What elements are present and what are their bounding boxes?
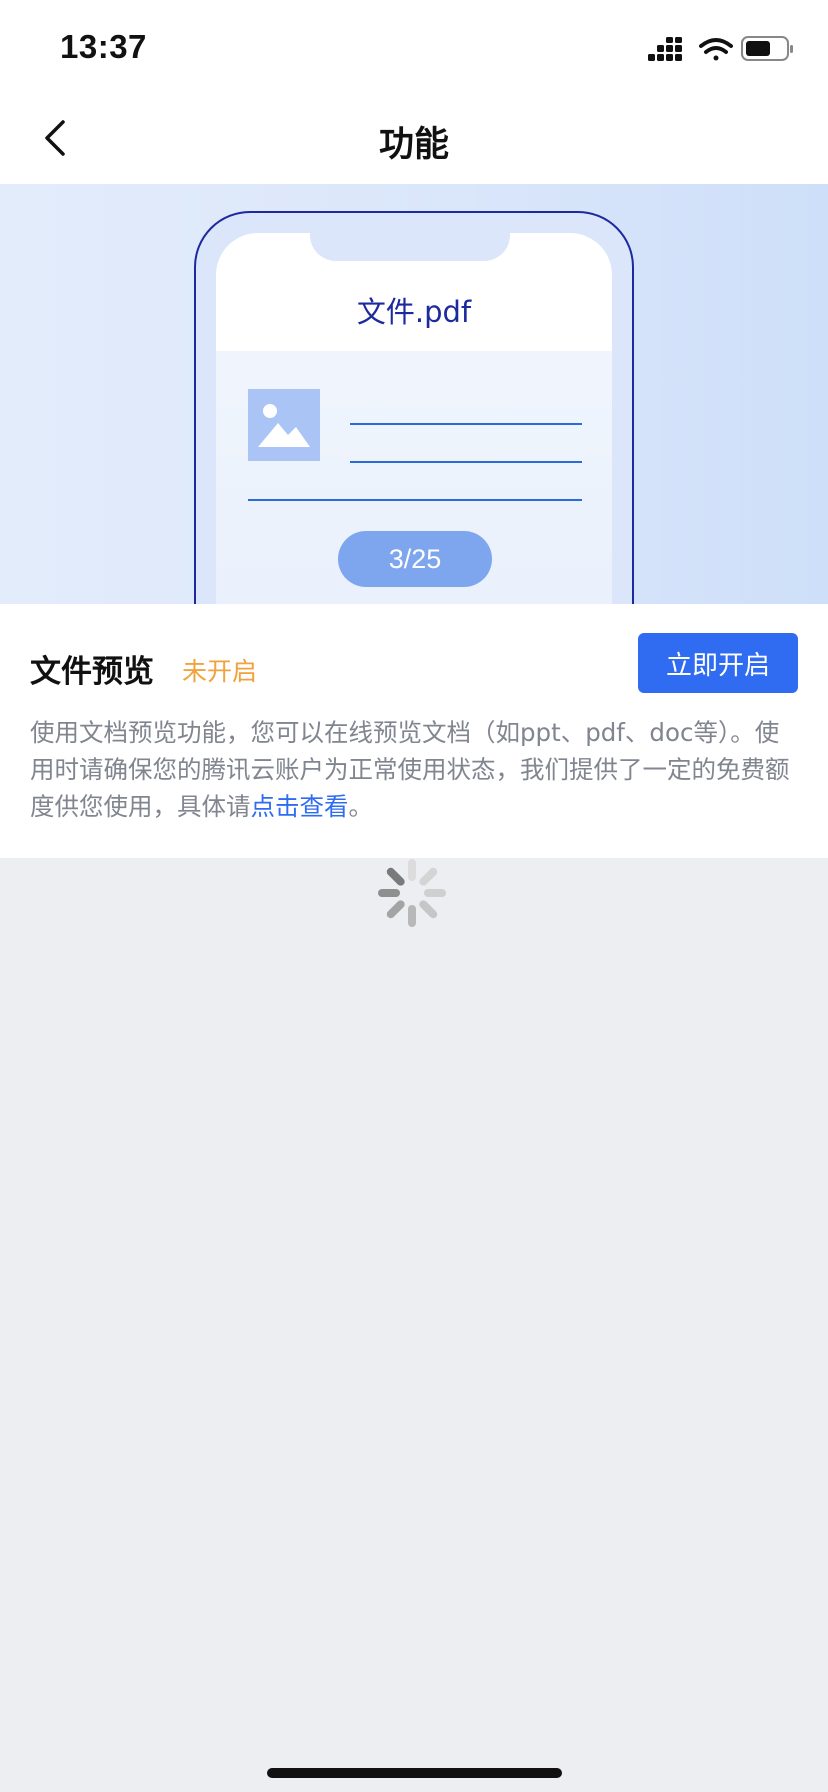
view-details-link[interactable]: 点击查看 <box>251 792 349 821</box>
cellular-signal-icon <box>648 37 682 61</box>
feature-name: 文件预览 <box>30 654 154 690</box>
wifi-icon <box>699 38 733 61</box>
document-text-line <box>350 423 582 425</box>
status-time: 13:37 <box>60 28 147 65</box>
loading-spinner-svg <box>378 859 446 927</box>
feature-description: 使用文档预览功能，您可以在线预览文档（如ppt、pdf、doc等）。使用时请确保… <box>30 714 790 825</box>
page-title: 功能 <box>378 125 449 165</box>
feature-status-badge: 未开启 <box>182 657 258 686</box>
preview-file-name: 文件.pdf <box>356 295 472 329</box>
document-text-line <box>350 461 582 463</box>
phone-mockup: 文件.pdf 3/25 <box>194 211 634 604</box>
document-text-line <box>248 499 582 501</box>
page-indicator: 3/25 <box>338 531 492 587</box>
feature-description-end: 。 <box>348 792 374 821</box>
feature-description-text: 使用文档预览功能，您可以在线预览文档（如ppt、pdf、doc等）。使用时请确保… <box>30 718 790 821</box>
preview-document: 3/25 <box>216 351 612 604</box>
nav-bar: 功能 <box>0 92 828 184</box>
status-bar: 13:37 <box>0 0 828 92</box>
home-indicator[interactable] <box>267 1768 562 1778</box>
phone-notch <box>310 233 510 261</box>
image-placeholder-svg <box>258 404 310 447</box>
battery-icon <box>741 36 793 61</box>
enable-now-button[interactable]: 立即开启 <box>638 633 798 693</box>
phone-screen: 文件.pdf 3/25 <box>216 233 612 604</box>
feature-card: 文件预览 未开启 立即开启 使用文档预览功能，您可以在线预览文档（如ppt、pd… <box>0 604 828 858</box>
hero-illustration: 文件.pdf 3/25 <box>0 184 828 604</box>
status-icons-svg <box>648 36 793 61</box>
loading-spinner-icon <box>377 858 447 928</box>
status-icons <box>646 34 796 64</box>
image-placeholder-icon <box>248 389 320 461</box>
